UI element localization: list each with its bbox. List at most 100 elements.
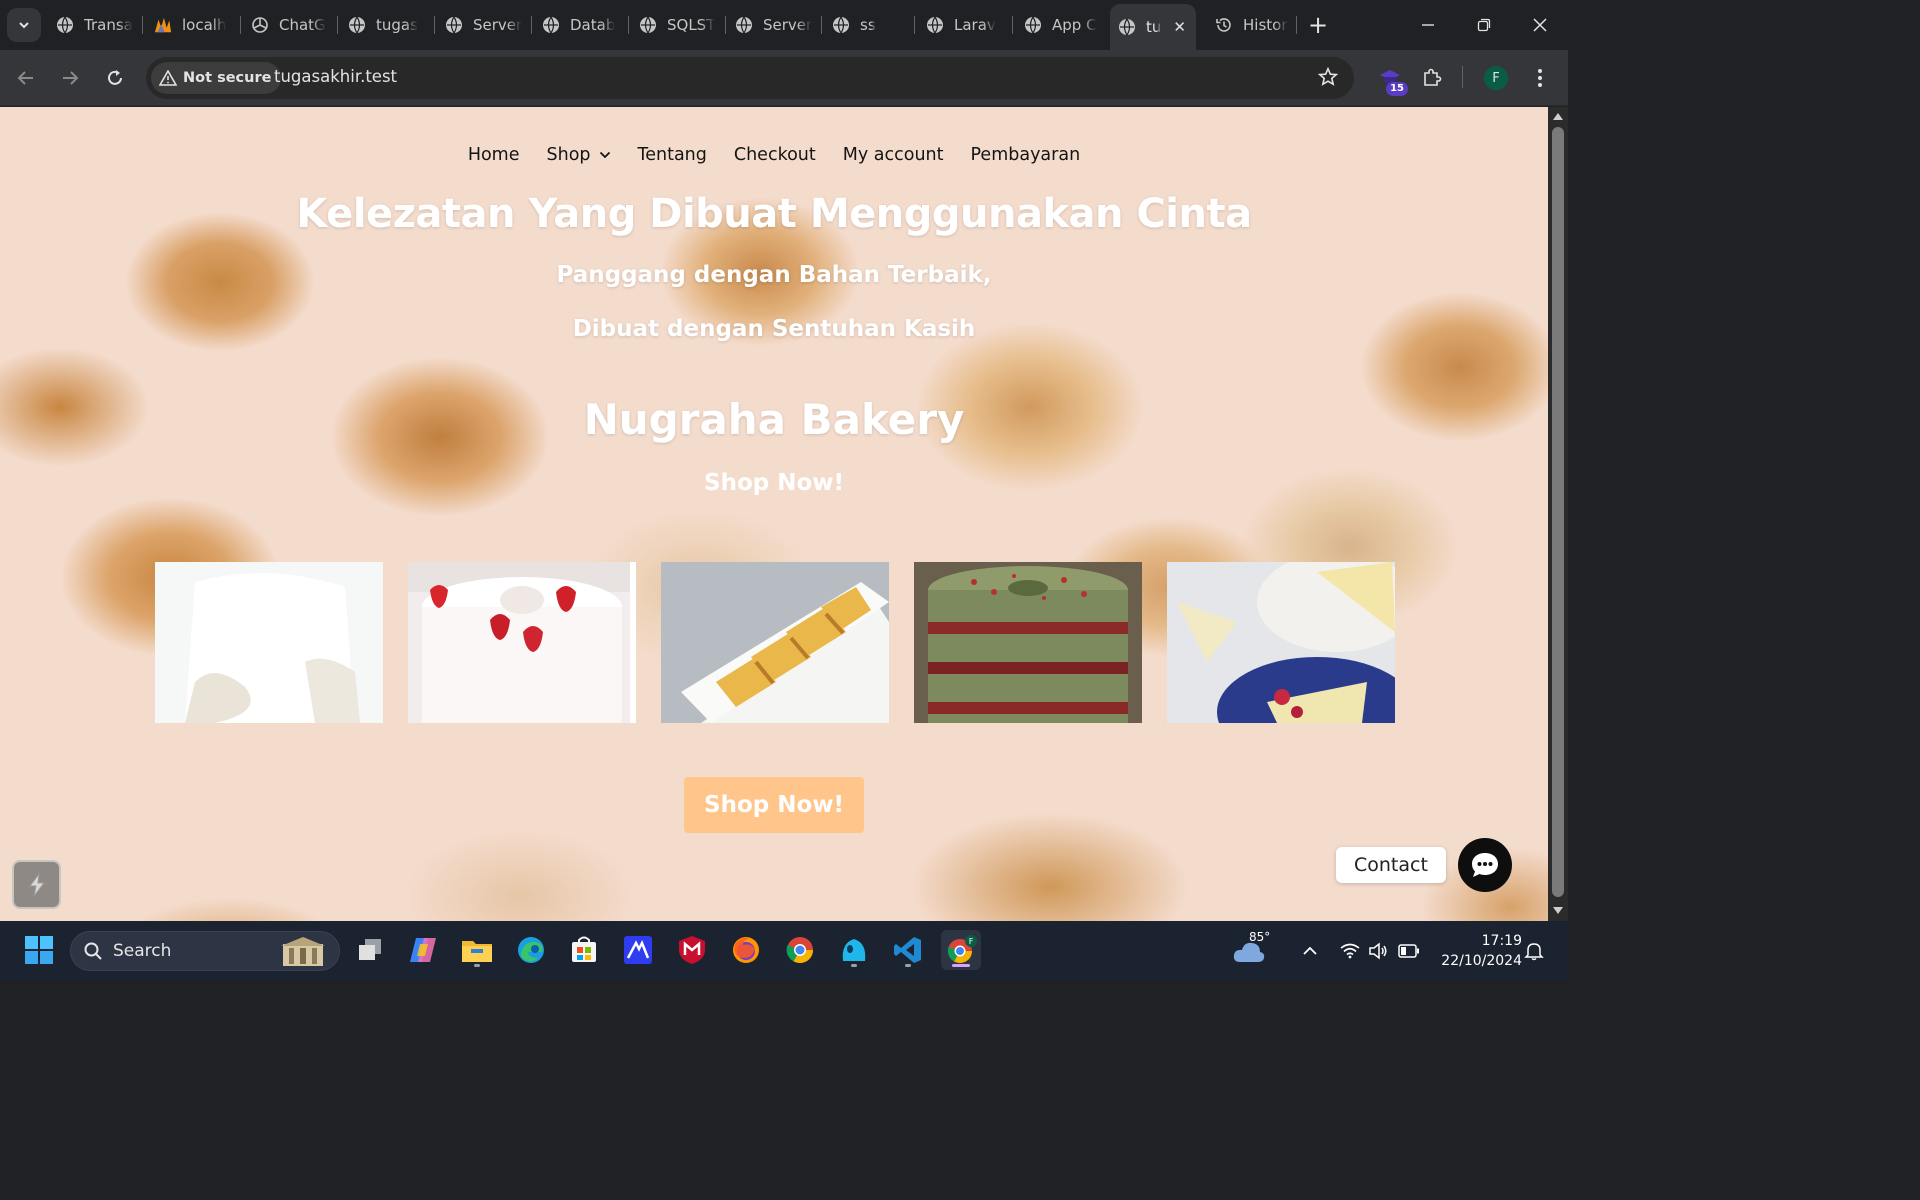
taskbar-app-blue[interactable] xyxy=(618,930,658,970)
browser-tab[interactable]: App C xyxy=(1016,8,1108,42)
tab-strip: Transa localh ChatG tugas Server Datab SQLST Se… xyxy=(0,0,1568,50)
product-image-chiffon-cake-slices[interactable] xyxy=(1167,562,1395,723)
restore-icon xyxy=(1477,18,1491,32)
browser-tab[interactable]: localh xyxy=(146,8,238,42)
reload-icon xyxy=(108,70,122,85)
globe-icon xyxy=(639,16,657,34)
taskbar-edge[interactable] xyxy=(511,930,551,970)
globe-icon xyxy=(1024,16,1042,34)
browser-tab[interactable]: Datab xyxy=(534,8,626,42)
browser-tab[interactable]: tu ✕ xyxy=(1110,4,1196,50)
minimize-button[interactable] xyxy=(1400,0,1456,50)
product-image-white-glazed-cake[interactable] xyxy=(155,562,383,723)
browser-tab[interactable]: Larav xyxy=(918,8,1010,42)
browser-tab[interactable]: ChatG xyxy=(243,8,335,42)
chevron-up-icon xyxy=(1303,946,1317,955)
forward-button[interactable] xyxy=(54,62,86,94)
address-bar[interactable]: Not secure tugasakhir.test xyxy=(146,57,1354,99)
scroll-down-arrow[interactable] xyxy=(1553,907,1563,914)
page-widget-button[interactable] xyxy=(12,860,61,909)
tab-separator xyxy=(628,16,629,34)
browser-tab[interactable]: tugas xyxy=(340,8,432,42)
product-image-strawberry-cream-cake[interactable] xyxy=(408,562,636,723)
minimize-icon xyxy=(1422,24,1434,26)
close-tab-icon[interactable]: ✕ xyxy=(1173,18,1186,36)
shop-now-button[interactable]: Shop Now! xyxy=(684,777,864,833)
nav-my-account[interactable]: My account xyxy=(843,145,944,165)
extensions-menu-button[interactable] xyxy=(1416,62,1448,94)
taskbar-task-view[interactable] xyxy=(350,930,390,970)
extension-button[interactable]: 15 xyxy=(1374,62,1408,96)
new-tab-button[interactable]: + xyxy=(1305,10,1331,40)
taskbar-firefox[interactable] xyxy=(726,930,766,970)
taskbar-mcafee[interactable] xyxy=(672,930,712,970)
start-button[interactable] xyxy=(19,930,59,970)
taskbar-store[interactable] xyxy=(564,930,604,970)
browser-menu-button[interactable] xyxy=(1524,62,1556,94)
wifi-status[interactable] xyxy=(1340,921,1360,980)
browser-tab[interactable]: ss xyxy=(824,8,912,42)
product-image-layered-sponge-slices[interactable] xyxy=(661,562,889,723)
chat-button[interactable] xyxy=(1458,838,1512,892)
tab-search-button[interactable] xyxy=(7,8,41,42)
url-text[interactable]: tugasakhir.test xyxy=(274,67,397,86)
tab-separator xyxy=(434,16,435,34)
taskbar-file-explorer[interactable] xyxy=(457,930,497,970)
tab-title: tu xyxy=(1146,18,1162,36)
close-icon xyxy=(1533,18,1547,32)
volume-status[interactable] xyxy=(1368,921,1388,980)
extension-badge: 15 xyxy=(1386,82,1408,96)
tab-title: Server xyxy=(473,16,523,34)
chat-bubble-icon xyxy=(1472,853,1498,877)
battery-status[interactable] xyxy=(1398,921,1420,980)
openai-icon xyxy=(251,16,269,34)
scroll-up-arrow[interactable] xyxy=(1553,113,1563,120)
tab-separator xyxy=(337,16,338,34)
globe-icon xyxy=(542,16,560,34)
restore-button[interactable] xyxy=(1456,0,1512,50)
taskbar-search[interactable]: Search xyxy=(70,931,340,971)
nav-pembayaran[interactable]: Pembayaran xyxy=(971,145,1081,165)
running-indicator xyxy=(905,964,911,967)
arrow-left-icon xyxy=(17,71,33,85)
tray-overflow-button[interactable] xyxy=(1302,921,1318,980)
taskbar-chrome[interactable] xyxy=(780,930,820,970)
page-scrollbar[interactable] xyxy=(1548,107,1568,921)
taskbar-chrome-profile[interactable]: F xyxy=(941,930,981,970)
profile-button[interactable]: F xyxy=(1480,62,1512,94)
weather-widget[interactable]: 85° xyxy=(1232,921,1270,980)
search-icon xyxy=(84,942,102,960)
site-info-chip[interactable]: Not secure xyxy=(151,62,282,94)
taskbar-copilot[interactable] xyxy=(403,930,443,970)
page-viewport: Home Shop Tentang Checkout My account Pe… xyxy=(0,107,1548,921)
taskbar-clock[interactable]: 17:19 22/10/2024 xyxy=(1432,931,1522,971)
browser-tab[interactable]: Transa xyxy=(48,8,140,42)
search-placeholder: Search xyxy=(113,941,172,961)
browser-tab[interactable]: Server xyxy=(437,8,529,42)
nav-shop[interactable]: Shop xyxy=(547,145,611,165)
browser-tab[interactable]: Histor xyxy=(1207,8,1299,42)
back-button[interactable] xyxy=(10,62,42,94)
browser-tab[interactable]: SQLST xyxy=(631,8,723,42)
taskbar-vscode[interactable] xyxy=(888,930,928,970)
nav-tentang[interactable]: Tentang xyxy=(638,145,707,165)
product-image-red-velvet-layer-cake[interactable] xyxy=(914,562,1142,723)
arrow-right-icon xyxy=(63,71,79,85)
chevron-down-icon xyxy=(599,151,610,159)
task-view-icon xyxy=(359,939,381,960)
nav-checkout[interactable]: Checkout xyxy=(734,145,816,165)
tab-separator xyxy=(914,16,915,34)
reload-button[interactable] xyxy=(99,62,131,94)
taskbar-app-cyan[interactable] xyxy=(834,930,874,970)
speaker-icon xyxy=(1369,941,1387,960)
shop-now-link[interactable]: Shop Now! xyxy=(0,470,1548,496)
nav-home[interactable]: Home xyxy=(468,145,520,165)
browser-tab[interactable]: Server xyxy=(727,8,819,42)
tab-title: Transa xyxy=(84,16,133,34)
close-window-button[interactable] xyxy=(1512,0,1568,50)
contact-label[interactable]: Contact xyxy=(1336,847,1446,883)
notifications-button[interactable] xyxy=(1524,921,1544,980)
scroll-thumb[interactable] xyxy=(1552,127,1564,897)
tab-title: SQLST xyxy=(667,16,716,34)
bookmark-star-icon[interactable] xyxy=(1317,66,1339,91)
